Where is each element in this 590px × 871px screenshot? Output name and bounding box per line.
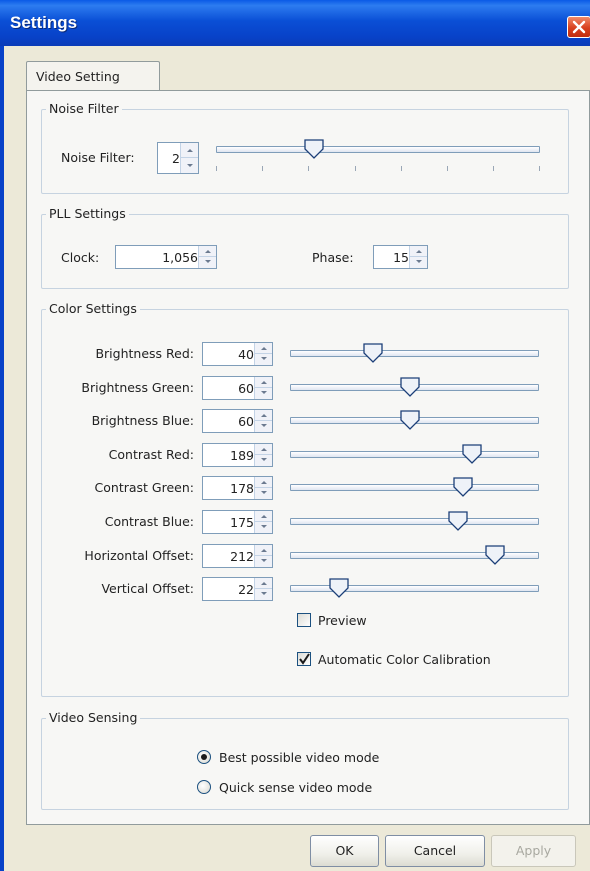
- color-row-slider[interactable]: [290, 477, 539, 499]
- color-row-label: Contrast Red:: [108, 447, 194, 462]
- cancel-button[interactable]: Cancel: [385, 835, 485, 867]
- ok-button[interactable]: OK: [310, 835, 379, 867]
- spin-down-arrow-icon[interactable]: [410, 257, 427, 268]
- color-row-slider[interactable]: [290, 444, 539, 466]
- preview-checkbox[interactable]: [297, 613, 311, 627]
- color-row-label: Vertical Offset:: [101, 581, 194, 596]
- apply-button[interactable]: Apply: [491, 835, 576, 867]
- radio-best-possible-label: Best possible video mode: [219, 750, 380, 765]
- noise-filter-spinner[interactable]: 2: [157, 142, 199, 174]
- color-settings-legend: Color Settings: [46, 301, 140, 316]
- noise-filter-value: 2: [172, 151, 180, 166]
- color-row-slider[interactable]: [290, 545, 539, 567]
- spin-up-arrow-icon[interactable]: [410, 246, 427, 257]
- spin-up-arrow-icon[interactable]: [255, 578, 272, 589]
- phase-value: 15: [393, 250, 409, 265]
- clock-value: 1,056: [162, 250, 198, 265]
- clock-spinner[interactable]: 1,056: [115, 245, 217, 269]
- color-row-value: 178: [230, 481, 254, 496]
- slider-thumb-icon[interactable]: [400, 377, 420, 397]
- color-row-spinner[interactable]: 60: [202, 409, 273, 433]
- video-sensing-legend: Video Sensing: [46, 710, 141, 725]
- spin-up-arrow-icon[interactable]: [255, 477, 272, 488]
- preview-label: Preview: [318, 613, 367, 628]
- spin-up-arrow-icon[interactable]: [255, 444, 272, 455]
- spin-down-arrow-icon[interactable]: [255, 455, 272, 466]
- spin-down-arrow-icon[interactable]: [255, 388, 272, 399]
- color-row-spinner[interactable]: 40: [202, 342, 273, 366]
- clock-label: Clock:: [61, 250, 100, 265]
- color-row-label: Horizontal Offset:: [84, 548, 194, 563]
- color-row-spinner[interactable]: 189: [202, 443, 273, 467]
- color-row-slider[interactable]: [290, 377, 539, 399]
- spin-down-arrow-icon[interactable]: [255, 421, 272, 432]
- color-row-label: Brightness Blue:: [91, 413, 194, 428]
- color-row-value: 40: [238, 347, 254, 362]
- color-row-label: Brightness Red:: [95, 346, 194, 361]
- slider-thumb-icon[interactable]: [453, 477, 473, 497]
- color-row-value: 175: [230, 515, 254, 530]
- phase-label: Phase:: [312, 250, 354, 265]
- radio-quick-sense[interactable]: [197, 780, 211, 794]
- auto-calibration-label: Automatic Color Calibration: [318, 652, 491, 667]
- spin-down-arrow-icon[interactable]: [181, 158, 198, 173]
- noise-filter-ticks: [216, 166, 540, 172]
- phase-spinner[interactable]: 15: [373, 245, 428, 269]
- color-row-label: Contrast Blue:: [104, 514, 194, 529]
- color-row-spinner[interactable]: 60: [202, 376, 273, 400]
- spin-down-arrow-icon[interactable]: [255, 556, 272, 567]
- color-settings-group: [41, 309, 569, 697]
- slider-thumb-icon[interactable]: [363, 343, 383, 363]
- color-row-value: 189: [230, 448, 254, 463]
- slider-thumb-icon[interactable]: [304, 139, 324, 159]
- noise-filter-legend: Noise Filter: [46, 101, 122, 116]
- spin-down-arrow-icon[interactable]: [255, 522, 272, 533]
- color-row-label: Contrast Green:: [94, 480, 194, 495]
- spin-down-arrow-icon[interactable]: [255, 354, 272, 365]
- color-row-slider[interactable]: [290, 410, 539, 432]
- spin-up-arrow-icon[interactable]: [255, 410, 272, 421]
- spin-down-arrow-icon[interactable]: [199, 257, 216, 268]
- auto-calibration-checkbox[interactable]: [297, 652, 311, 666]
- color-row-spinner[interactable]: 22: [202, 577, 273, 601]
- radio-quick-sense-label: Quick sense video mode: [219, 780, 373, 795]
- color-row-value: 22: [238, 582, 254, 597]
- spin-up-arrow-icon[interactable]: [181, 143, 198, 158]
- spin-down-arrow-icon[interactable]: [255, 488, 272, 499]
- slider-thumb-icon[interactable]: [462, 444, 482, 464]
- slider-thumb-icon[interactable]: [485, 545, 505, 565]
- slider-thumb-icon[interactable]: [400, 410, 420, 430]
- noise-filter-slider[interactable]: [216, 139, 540, 161]
- color-row-value: 212: [230, 549, 254, 564]
- tab-label: Video Setting: [36, 69, 120, 84]
- color-row-slider[interactable]: [290, 511, 539, 533]
- slider-thumb-icon[interactable]: [329, 578, 349, 598]
- spin-up-arrow-icon[interactable]: [255, 377, 272, 388]
- color-row-slider[interactable]: [290, 578, 539, 600]
- checkmark-icon: [299, 653, 310, 665]
- radio-best-possible[interactable]: [197, 750, 211, 764]
- spin-up-arrow-icon[interactable]: [255, 511, 272, 522]
- pll-settings-legend: PLL Settings: [46, 206, 129, 221]
- tab-video-setting[interactable]: Video Setting: [26, 61, 160, 91]
- window-title: Settings: [10, 13, 78, 32]
- color-row-value: 60: [238, 414, 254, 429]
- title-bar: Settings: [0, 0, 590, 46]
- slider-thumb-icon[interactable]: [448, 511, 468, 531]
- color-row-value: 60: [238, 381, 254, 396]
- color-row-spinner[interactable]: 212: [202, 544, 273, 568]
- close-button[interactable]: [567, 16, 590, 38]
- spin-up-arrow-icon[interactable]: [255, 545, 272, 556]
- color-row-label: Brightness Green:: [81, 380, 194, 395]
- spin-up-arrow-icon[interactable]: [255, 343, 272, 354]
- color-row-spinner[interactable]: 178: [202, 476, 273, 500]
- spin-up-arrow-icon[interactable]: [199, 246, 216, 257]
- noise-filter-label: Noise Filter:: [61, 150, 135, 165]
- close-icon: [572, 20, 586, 34]
- color-row-slider[interactable]: [290, 343, 539, 365]
- color-row-spinner[interactable]: 175: [202, 510, 273, 534]
- spin-down-arrow-icon[interactable]: [255, 589, 272, 600]
